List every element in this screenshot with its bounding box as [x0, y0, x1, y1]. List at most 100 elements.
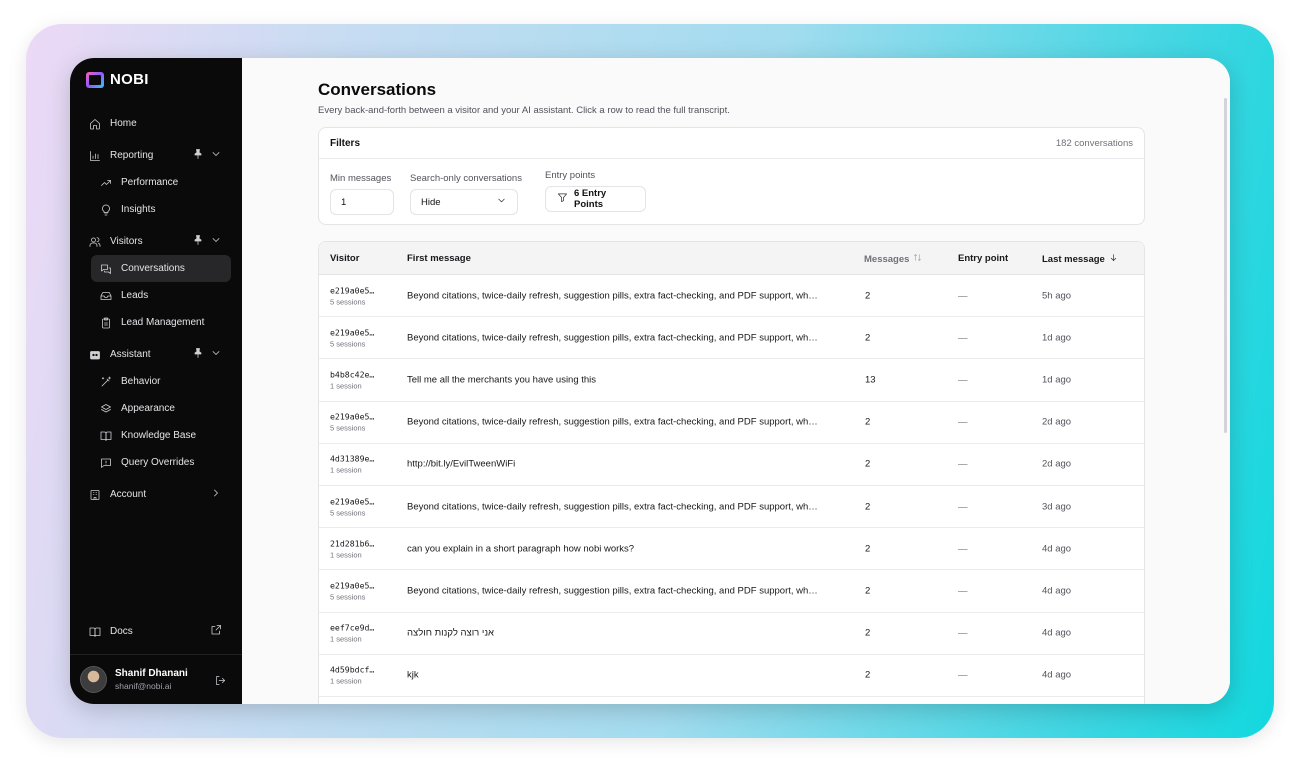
table-row[interactable]: eef7ce9d… 1 session אני רוצה לקנות חולצה…	[319, 613, 1144, 655]
scrollbar[interactable]	[1224, 98, 1227, 433]
table-row[interactable]: e219a0e5… 5 sessions Beyond citations, t…	[319, 402, 1144, 444]
min-messages-value: 1	[341, 196, 347, 208]
visitor-id: 4d59bdcf…	[330, 664, 375, 675]
sidebar-item-lead-management[interactable]: Lead Management	[70, 309, 242, 336]
filters-title: Filters	[330, 137, 361, 149]
sidebar-item-reporting[interactable]: Reporting	[70, 142, 242, 169]
table-body: e219a0e5… 5 sessions Beyond citations, t…	[319, 275, 1144, 697]
visitor-cell: 21d281b6… 1 session	[330, 538, 374, 559]
chevron-down-icon[interactable]	[210, 347, 222, 362]
sidebar-item-label: Query Overrides	[121, 457, 195, 468]
sidebar-item-behavior[interactable]: Behavior	[70, 368, 242, 395]
main-content: Conversations Every back-and-forth betwe…	[242, 58, 1230, 704]
user-name: Shanif Dhanani	[115, 668, 188, 679]
first-message-cell: Beyond citations, twice-daily refresh, s…	[407, 585, 818, 597]
sidebar-item-performance[interactable]: Performance	[70, 169, 242, 196]
sidebar-item-knowledge-base[interactable]: Knowledge Base	[70, 422, 242, 449]
column-header-last-message[interactable]: Last message	[1042, 253, 1118, 265]
entry-point-cell: —	[958, 416, 968, 428]
sidebar-item-appearance[interactable]: Appearance	[70, 395, 242, 422]
sidebar-item-docs[interactable]: Docs	[70, 618, 242, 645]
book-open-icon	[88, 625, 102, 639]
trending-up-icon	[99, 176, 113, 190]
message-alert-icon	[99, 456, 113, 470]
entry-point-cell: —	[958, 458, 968, 470]
first-message-cell: Beyond citations, twice-daily refresh, s…	[407, 416, 818, 428]
sidebar-item-query-overrides[interactable]: Query Overrides	[70, 449, 242, 476]
filters-header: Filters 182 conversations	[319, 128, 1144, 159]
visitor-sessions: 5 sessions	[330, 297, 366, 307]
sidebar-item-conversations[interactable]: Conversations	[70, 255, 242, 282]
brand[interactable]: NOBI	[86, 71, 149, 88]
table-row[interactable]: 4d31389e… 1 session http://bit.ly/EvilTw…	[319, 444, 1144, 486]
visitor-cell: 4d59bdcf… 1 session	[330, 665, 374, 686]
sidebar-nav: Home Reporting Performance Insights Visi…	[70, 110, 242, 508]
column-header-messages[interactable]: Messages	[864, 253, 922, 265]
sidebar-item-label: Conversations	[121, 263, 185, 274]
table-row[interactable]: e219a0e5… 5 sessions Beyond citations, t…	[319, 570, 1144, 613]
pin-icon[interactable]	[192, 234, 204, 249]
sidebar-item-insights[interactable]: Insights	[70, 196, 242, 223]
search-only-select[interactable]: Hide	[410, 189, 518, 215]
chevron-down-icon[interactable]	[210, 148, 222, 163]
last-message-cell: 1d ago	[1042, 332, 1072, 344]
column-header-visitor[interactable]: Visitor	[330, 253, 359, 264]
visitor-cell: e219a0e5… 5 sessions	[330, 580, 374, 601]
table-row[interactable]: 4d59bdcf… 1 session kjk 2 — 4d ago	[319, 655, 1144, 697]
sidebar-item-account[interactable]: Account	[70, 481, 242, 508]
search-only-label: Search-only conversations	[410, 173, 522, 184]
table-row[interactable]: e219a0e5… 5 sessions Beyond citations, t…	[319, 486, 1144, 529]
min-messages-input[interactable]: 1	[330, 189, 394, 215]
users-icon	[88, 235, 102, 249]
page-title: Conversations	[318, 80, 437, 99]
visitor-sessions: 1 session	[330, 381, 362, 391]
visitor-id: 4d31389e…	[330, 453, 375, 464]
visitor-cell: e219a0e5… 5 sessions	[330, 327, 374, 348]
table-row[interactable]: e219a0e5… 5 sessions Beyond citations, t…	[319, 317, 1144, 360]
entry-points-button[interactable]: 6 Entry Points	[545, 186, 646, 212]
column-header-entry-point[interactable]: Entry point	[958, 253, 1008, 264]
clipboard-icon	[99, 316, 113, 330]
table-row[interactable]: 21d281b6… 1 session can you explain in a…	[319, 528, 1144, 571]
sidebar-item-label: Visitors	[110, 236, 143, 247]
column-header-messages-label: Messages	[864, 253, 910, 265]
last-message-cell: 2d ago	[1042, 458, 1072, 470]
pin-icon[interactable]	[192, 347, 204, 362]
messages-count-cell: 2	[865, 669, 871, 681]
sidebar-item-leads[interactable]: Leads	[70, 282, 242, 309]
user-profile[interactable]: Shanif Dhanani shanif@nobi.ai	[70, 654, 242, 704]
table-row[interactable]: b4b8c42e… 1 session Tell me all the merc…	[319, 359, 1144, 402]
visitor-sessions: 1 session	[330, 465, 362, 475]
first-message-cell: Beyond citations, twice-daily refresh, s…	[407, 332, 818, 344]
filter-icon	[557, 192, 568, 206]
sidebar-item-label: Behavior	[121, 376, 161, 387]
chevron-down-icon[interactable]	[210, 234, 222, 249]
entry-point-cell: —	[958, 374, 968, 386]
sidebar-item-home[interactable]: Home	[70, 110, 242, 137]
sort-arrows-icon	[913, 253, 922, 265]
sidebar-item-assistant[interactable]: Assistant	[70, 341, 242, 368]
pin-icon[interactable]	[192, 148, 204, 163]
conversations-table: Visitor First message Messages Entry poi…	[318, 241, 1145, 704]
filters-card: Filters 182 conversations Min messages 1…	[318, 127, 1145, 225]
book-open-icon	[99, 429, 113, 443]
entry-point-cell: —	[958, 543, 968, 555]
table-row[interactable]: e219a0e5… 5 sessions Beyond citations, t…	[319, 275, 1144, 318]
logout-icon[interactable]	[215, 673, 226, 691]
chevron-right-icon[interactable]	[210, 487, 222, 502]
visitor-sessions: 5 sessions	[330, 339, 366, 349]
visitor-id: 21d281b6…	[330, 538, 375, 549]
last-message-cell: 4d ago	[1042, 585, 1072, 597]
messages-count-cell: 2	[865, 458, 871, 470]
column-header-first-message[interactable]: First message	[407, 253, 471, 264]
first-message-cell: Beyond citations, twice-daily refresh, s…	[407, 290, 818, 302]
search-only-value: Hide	[421, 196, 441, 208]
visitor-sessions: 5 sessions	[330, 592, 366, 602]
sidebar-item-visitors[interactable]: Visitors	[70, 228, 242, 255]
lightbulb-icon	[99, 203, 113, 217]
visitor-cell: e219a0e5… 5 sessions	[330, 496, 374, 517]
magic-wand-icon	[99, 375, 113, 389]
visitor-id: e219a0e5…	[330, 411, 375, 422]
sidebar-item-label: Performance	[121, 177, 179, 188]
external-link-icon[interactable]	[210, 624, 222, 639]
